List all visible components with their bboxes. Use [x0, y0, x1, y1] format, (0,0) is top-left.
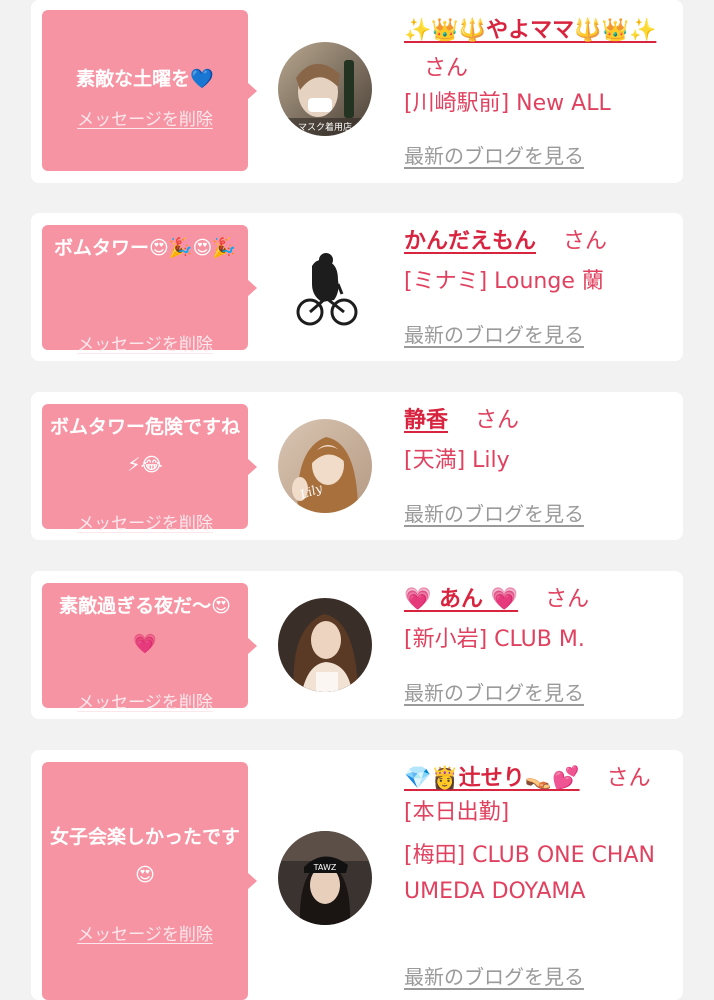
shop-name: [天満] Lily [404, 448, 510, 473]
honorific: さん [563, 229, 608, 254]
delete-message-link[interactable]: メッセージを削除 [42, 105, 248, 130]
latest-blog-link[interactable]: 最新のブログを見る [404, 677, 584, 706]
delete-message-link[interactable]: メッセージを削除 [42, 330, 248, 355]
message-card: ボムタワー危険ですね⚡😂 メッセージを削除 Lily 静香 さん [天満] Li… [31, 392, 683, 540]
honorific: さん [475, 408, 520, 433]
latest-blog-link[interactable]: 最新のブログを見る [404, 961, 584, 990]
latest-blog-link[interactable]: 最新のブログを見る [404, 498, 584, 527]
avatar[interactable]: マスク着用店 [278, 42, 372, 136]
avatar[interactable]: TAWZ [278, 831, 372, 925]
user-name-link[interactable]: ✨👑🔱やよママ🔱👑✨ [404, 18, 656, 43]
shop-name: [川崎駅前] New ALL [404, 91, 611, 116]
message-text: 素敵過ぎる夜だ〜😍💗 [59, 595, 231, 655]
honorific: さん [545, 587, 590, 612]
name-line: かんだえもん さん [404, 223, 672, 261]
name-line: ✨👑🔱やよママ🔱👑✨ さん [404, 12, 672, 88]
honorific: さん [424, 56, 469, 81]
shop-name: [梅田] CLUB ONE CHAN UMEDA DOYAMA [404, 843, 655, 904]
user-name-link[interactable]: 💗 あん 💗 [404, 587, 518, 612]
name-line: 💗 あん 💗 さん [404, 581, 672, 619]
message-text: 素敵な土曜を💙 [76, 68, 214, 90]
delete-message-link[interactable]: メッセージを削除 [42, 920, 248, 945]
message-bubble: 素敵過ぎる夜だ〜😍💗 メッセージを削除 [42, 583, 257, 713]
svg-text:マスク着用店: マスク着用店 [298, 121, 352, 133]
avatar[interactable] [278, 598, 372, 692]
name-line: 💎👸辻せり👡💕 さん[本日出勤] [404, 762, 672, 830]
delete-message-link[interactable]: メッセージを削除 [42, 688, 248, 713]
shop-name: [ミナミ] Lounge 蘭 [404, 269, 604, 294]
avatar[interactable] [278, 240, 372, 334]
message-text: ボムタワー😍🎉😍🎉 [54, 237, 236, 259]
avatar[interactable]: Lily [278, 419, 372, 513]
name-line: 静香 さん [404, 402, 672, 440]
message-card: 素敵過ぎる夜だ〜😍💗 メッセージを削除 💗 あん 💗 さん [新小岩] CLUB… [31, 571, 683, 719]
message-card: 素敵な土曜を💙 メッセージを削除 マスク着用店 ✨👑🔱やよママ🔱👑✨ さん [川… [31, 0, 683, 183]
user-name-link[interactable]: かんだえもん [404, 229, 536, 254]
user-name-link[interactable]: 💎👸辻せり👡💕 [404, 766, 580, 791]
user-name-link[interactable]: 静香 [404, 408, 448, 433]
message-bubble: 素敵な土曜を💙 メッセージを削除 [42, 10, 257, 171]
message-bubble: ボムタワー危険ですね⚡😂 メッセージを削除 [42, 404, 257, 534]
message-bubble: 女子会楽しかったです😍 メッセージを削除 [42, 762, 257, 1000]
latest-blog-link[interactable]: 最新のブログを見る [404, 319, 584, 348]
message-text: 女子会楽しかったです😍 [50, 826, 241, 886]
svg-text:TAWZ: TAWZ [313, 863, 337, 872]
message-text: ボムタワー危険ですね⚡😂 [50, 416, 241, 476]
delete-message-link[interactable]: メッセージを削除 [42, 509, 248, 534]
message-card: ボムタワー😍🎉😍🎉 メッセージを削除 かんだえもん さん [ミナミ] Loung… [31, 213, 683, 361]
message-bubble: ボムタワー😍🎉😍🎉 メッセージを削除 [42, 225, 257, 355]
message-card: 女子会楽しかったです😍 メッセージを削除 TAWZ 💎👸辻せり👡💕 さん[本日出… [31, 750, 683, 1000]
shop-name: [新小岩] CLUB M. [404, 627, 585, 652]
latest-blog-link[interactable]: 最新のブログを見る [404, 140, 584, 169]
